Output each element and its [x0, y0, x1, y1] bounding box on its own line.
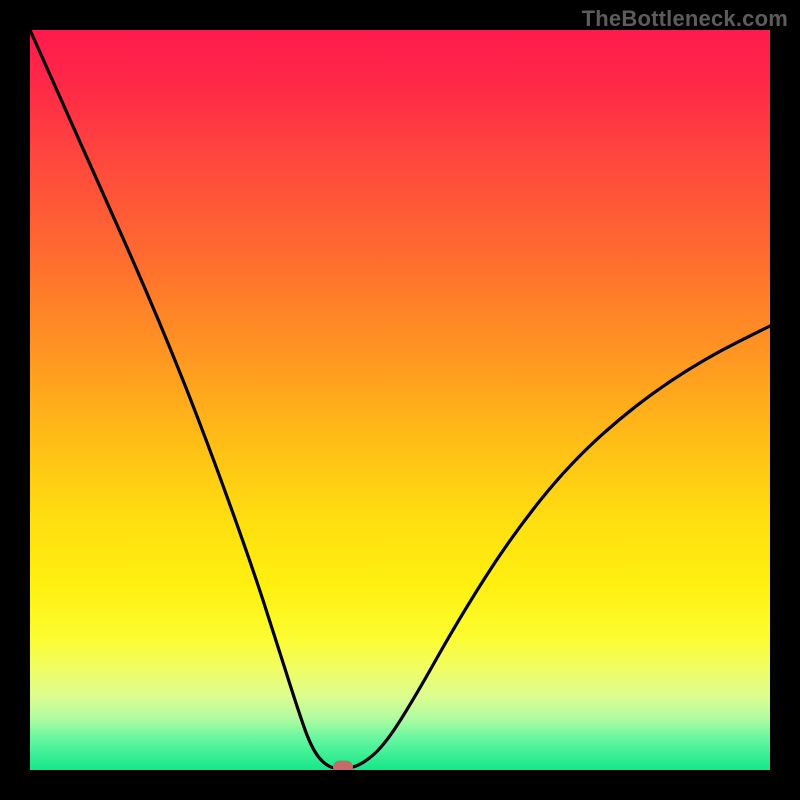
- min-marker: [333, 761, 353, 770]
- watermark-text: TheBottleneck.com: [582, 6, 788, 32]
- chart-frame: TheBottleneck.com: [0, 0, 800, 800]
- bottleneck-curve: [30, 30, 770, 770]
- plot-area: [30, 30, 770, 770]
- curve-path: [30, 30, 770, 769]
